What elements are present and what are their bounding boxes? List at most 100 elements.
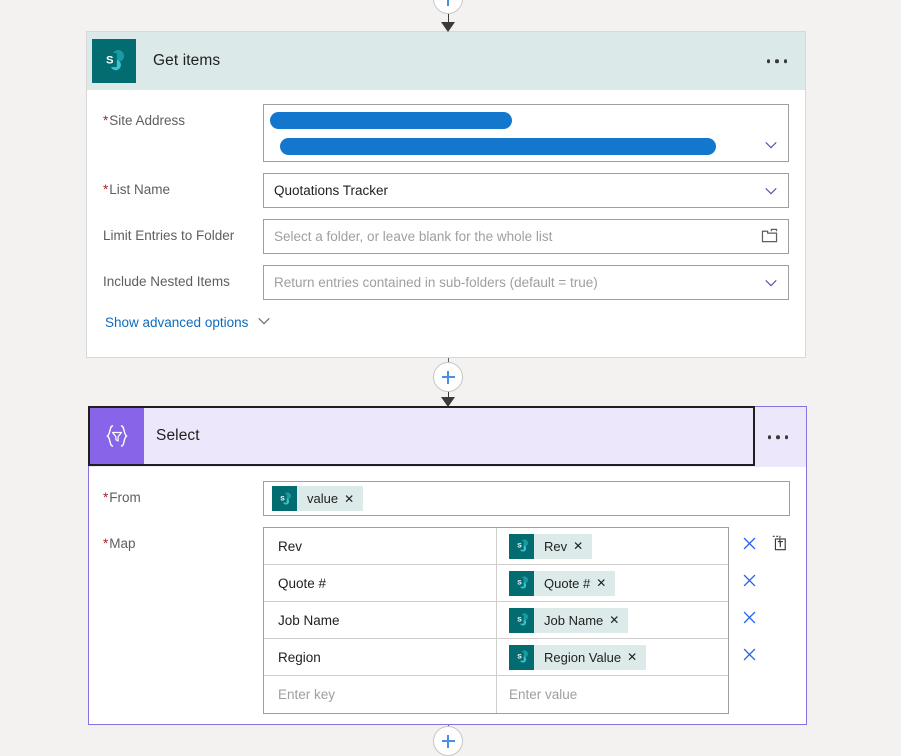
map-row-action-1 [729, 527, 795, 564]
required-indicator: * [103, 113, 109, 128]
map-value-cell[interactable]: S Quote # ✕ [497, 565, 728, 601]
map-editor: Rev S Rev ✕ Quote # S Quote # ✕ Job Name… [263, 527, 795, 714]
connector-bottom [424, 725, 472, 756]
map-row-action-3 [729, 601, 795, 638]
get-items-header[interactable]: S Get items [87, 32, 805, 90]
token-label: value [307, 491, 339, 506]
map-key-cell[interactable]: Quote # [264, 565, 497, 601]
switch-to-text-mode-icon[interactable] [771, 535, 787, 556]
folder-picker-icon[interactable] [761, 228, 778, 246]
map-value-cell[interactable]: S Region Value ✕ [497, 639, 728, 675]
select-body: *From S value ✕ *Map Rev S Rev ✕ Quote #… [89, 467, 806, 714]
select-title: Select [156, 427, 200, 444]
select-braces-filter-icon [90, 408, 144, 464]
chevron-down-icon[interactable] [764, 276, 778, 290]
token-value[interactable]: S Job Name ✕ [509, 607, 629, 633]
list-name-combobox[interactable]: Quotations Tracker [263, 173, 789, 208]
list-name-value: Quotations Tracker [274, 183, 389, 198]
action-card-select[interactable]: Select *From S value ✕ *Map Rev S Rev ✕ … [88, 406, 807, 725]
get-items-body: *Site Address *List Name Quotations Trac… [87, 90, 805, 331]
field-label-site-address: *Site Address [103, 113, 186, 128]
required-indicator: * [103, 182, 109, 197]
token-remove-icon[interactable]: ✕ [609, 613, 628, 627]
get-items-icon-slot: S [87, 32, 141, 90]
map-key-cell[interactable]: Rev [264, 528, 497, 564]
required-indicator: * [103, 490, 109, 505]
select-header[interactable]: Select [88, 406, 755, 466]
field-label-limit-entries: Limit Entries to Folder [103, 228, 235, 243]
delete-row-icon[interactable] [742, 647, 757, 667]
sharepoint-icon: S [509, 607, 534, 633]
map-value-cell[interactable]: S Job Name ✕ [497, 602, 728, 638]
delete-row-icon[interactable] [742, 536, 757, 556]
redaction-bar-1 [270, 112, 512, 129]
from-input[interactable]: S value ✕ [263, 481, 790, 516]
token-remove-icon[interactable]: ✕ [596, 576, 615, 590]
field-label-include-nested: Include Nested Items [103, 274, 230, 289]
table-row[interactable]: Rev S Rev ✕ [264, 528, 728, 565]
svg-text:S: S [106, 54, 114, 66]
map-value-cell[interactable]: S Rev ✕ [497, 528, 728, 564]
get-items-title: Get items [153, 52, 221, 69]
map-row-action-2 [729, 564, 795, 601]
show-advanced-options-link[interactable]: Show advanced options [105, 314, 789, 331]
field-map: *Map Rev S Rev ✕ Quote # S Quote # ✕ Job… [103, 527, 790, 714]
flow-designer-canvas: S Get items *Site Address *List Name Quo… [0, 0, 901, 756]
svg-text:S: S [517, 653, 522, 660]
map-row-actions [729, 527, 795, 675]
map-key-cell[interactable]: Job Name [264, 602, 497, 638]
show-advanced-options-label: Show advanced options [105, 315, 249, 330]
sharepoint-icon: S [509, 644, 534, 670]
token-label: Rev [544, 538, 568, 554]
token-value[interactable]: S Rev ✕ [509, 533, 593, 559]
add-step-bottom-button[interactable] [433, 726, 463, 756]
table-row[interactable]: Region S Region Value ✕ [264, 639, 728, 676]
token-value[interactable]: S value ✕ [272, 486, 364, 511]
svg-text:S: S [517, 616, 522, 623]
connector-middle [424, 358, 472, 406]
add-step-middle-button[interactable] [433, 362, 463, 392]
get-items-more-menu-icon[interactable] [766, 59, 787, 63]
map-key-cell[interactable]: Region [264, 639, 497, 675]
token-label: Quote # [544, 575, 591, 591]
table-row[interactable]: Quote # S Quote # ✕ [264, 565, 728, 602]
map-value-input[interactable]: Enter value [497, 676, 728, 713]
field-label-map: *Map [103, 536, 136, 551]
token-remove-icon[interactable]: ✕ [344, 492, 363, 506]
limit-entries-placeholder: Select a folder, or leave blank for the … [274, 229, 553, 244]
field-site-address: *Site Address [103, 104, 789, 162]
site-address-combobox[interactable] [263, 104, 789, 162]
add-step-top-button[interactable] [433, 0, 463, 14]
field-from: *From S value ✕ [103, 481, 790, 516]
table-row-empty[interactable]: Enter key Enter value [264, 676, 728, 713]
delete-row-icon[interactable] [742, 573, 757, 593]
connector-top [424, 0, 472, 31]
token-remove-icon[interactable]: ✕ [573, 539, 592, 553]
sharepoint-icon: S [509, 570, 534, 596]
svg-text:S: S [280, 495, 285, 502]
field-list-name: *List Name Quotations Tracker [103, 173, 789, 208]
token-remove-icon[interactable]: ✕ [627, 650, 646, 664]
table-row[interactable]: Job Name S Job Name ✕ [264, 602, 728, 639]
field-label-list-name: *List Name [103, 182, 171, 197]
map-key-input[interactable]: Enter key [264, 676, 497, 713]
token-label: Job Name [544, 612, 604, 628]
include-nested-placeholder: Return entries contained in sub-folders … [274, 275, 598, 290]
token-value[interactable]: S Region Value ✕ [509, 644, 647, 670]
sharepoint-icon: S [272, 486, 297, 511]
token-label: Region Value [544, 649, 622, 665]
svg-text:S: S [517, 579, 522, 586]
include-nested-items-combobox[interactable]: Return entries contained in sub-folders … [263, 265, 789, 300]
chevron-down-icon[interactable] [764, 184, 778, 198]
required-indicator: * [103, 536, 109, 551]
sharepoint-icon: S [92, 39, 136, 83]
chevron-down-icon[interactable] [764, 138, 778, 152]
select-header-wrapper: Select [88, 406, 806, 467]
delete-row-icon[interactable] [742, 610, 757, 630]
select-more-menu-icon[interactable] [767, 435, 788, 439]
action-card-get-items[interactable]: S Get items *Site Address *List Name Quo… [86, 31, 806, 358]
chevron-down-icon[interactable] [257, 314, 271, 331]
map-row-action-4 [729, 638, 795, 675]
token-value[interactable]: S Quote # ✕ [509, 570, 616, 596]
limit-entries-folder-input[interactable]: Select a folder, or leave blank for the … [263, 219, 789, 254]
